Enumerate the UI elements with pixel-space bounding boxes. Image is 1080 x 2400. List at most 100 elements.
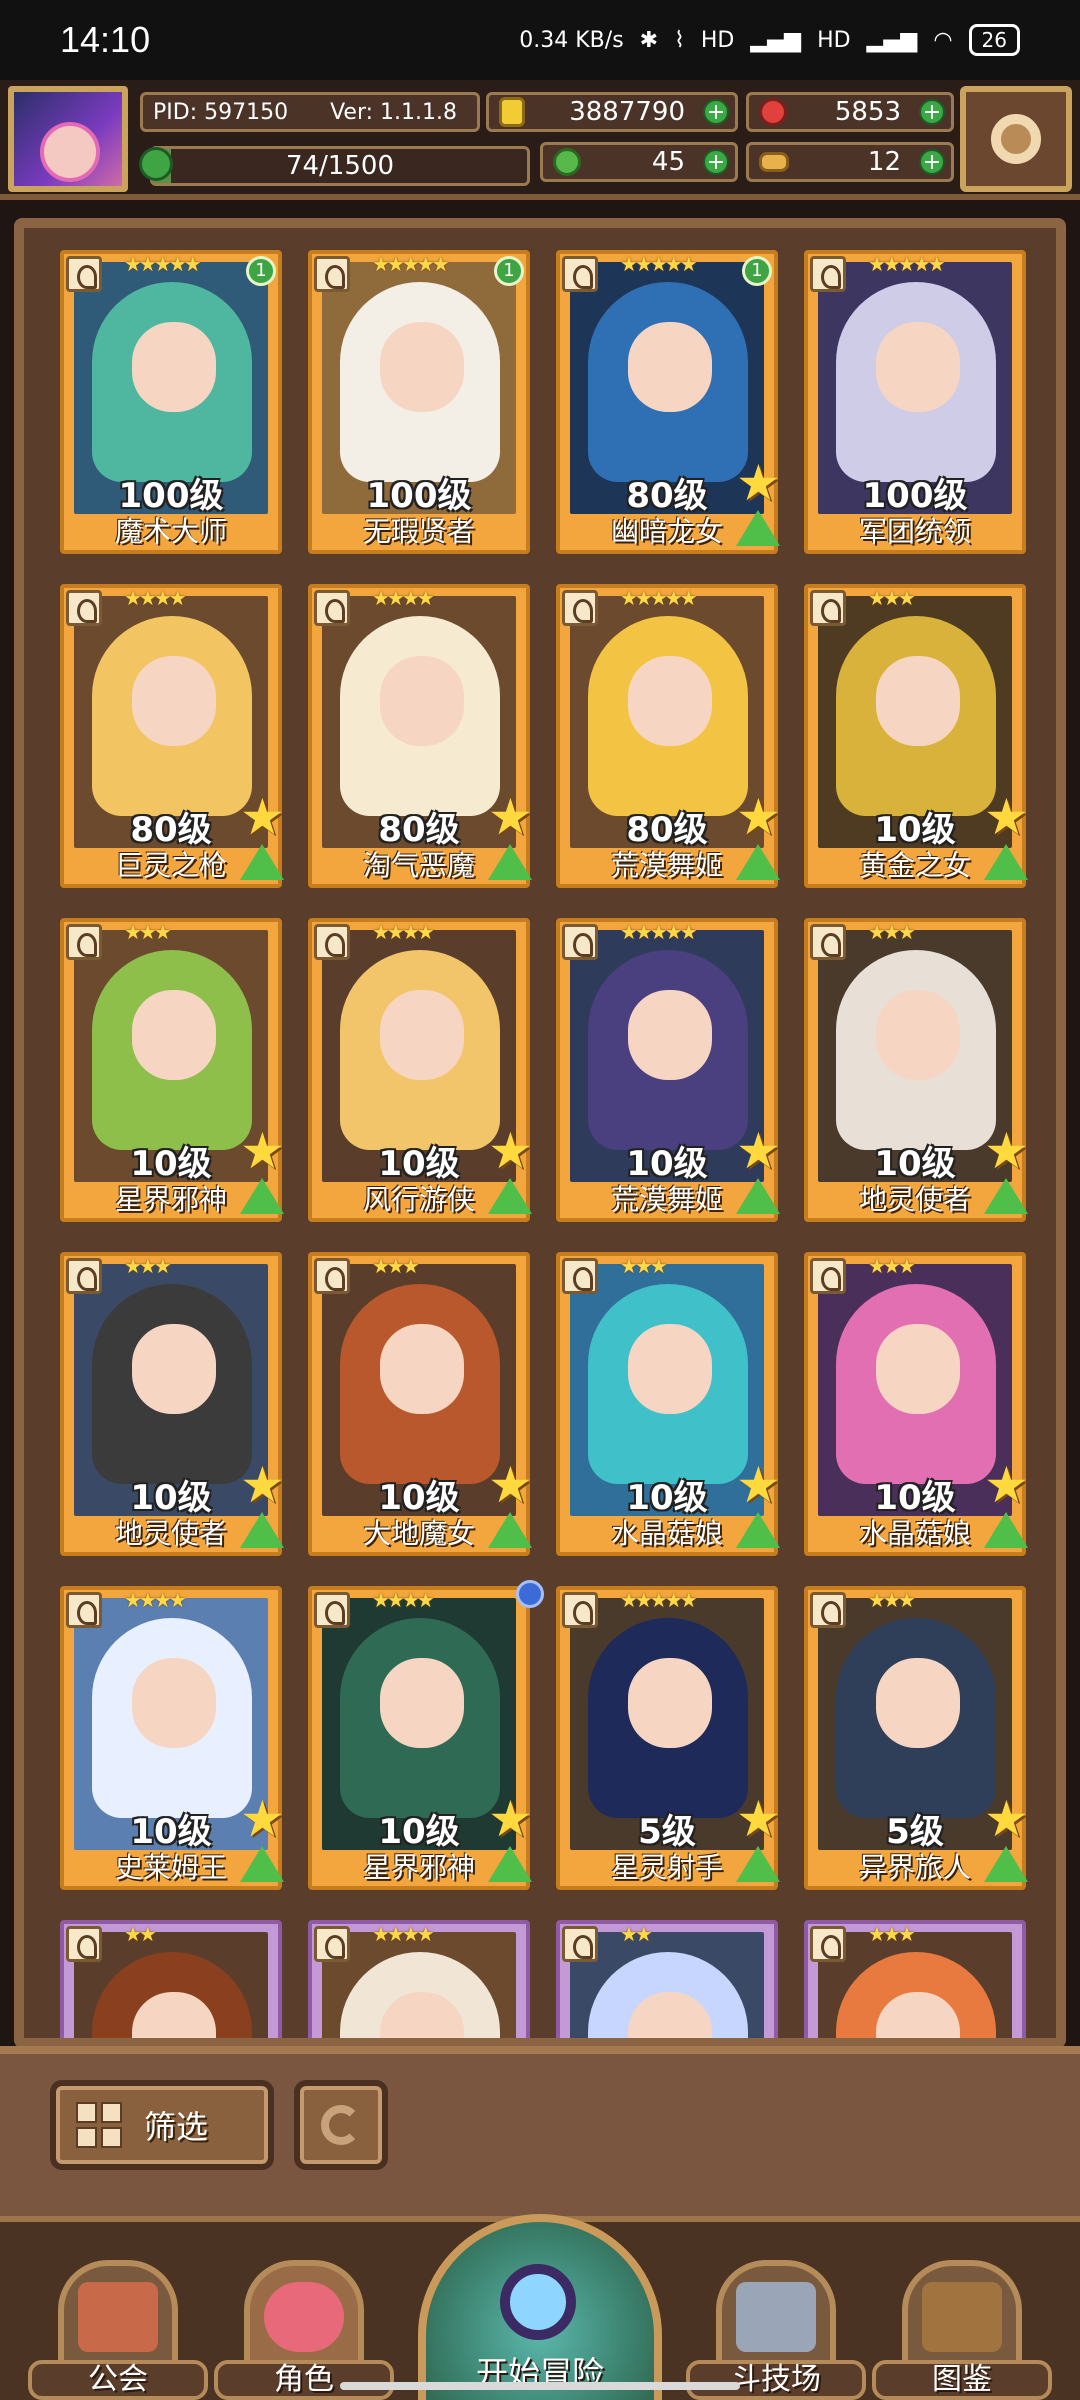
- rarity-stars: ★★★★: [124, 1588, 187, 1612]
- level-up-arrow-icon[interactable]: [736, 1846, 780, 1882]
- level-up-arrow-icon[interactable]: [488, 1512, 532, 1548]
- rarity-stars: ★★★★: [372, 1922, 435, 1946]
- level-up-arrow-icon[interactable]: [240, 844, 284, 880]
- level-up-arrow-icon[interactable]: [736, 1178, 780, 1214]
- character-card[interactable]: ★★★★: [308, 1920, 530, 2038]
- filter-icon: [76, 2102, 122, 2148]
- level-up-arrow-icon[interactable]: [984, 1846, 1028, 1882]
- add-coin-button[interactable]: +: [703, 99, 729, 125]
- rarity-stars: ★★★: [620, 1254, 668, 1278]
- star-upgrade-icon[interactable]: ★: [736, 1126, 782, 1176]
- character-card[interactable]: ★★★★★ 5级 星灵射手 ★: [556, 1586, 781, 1890]
- gear-icon: [991, 114, 1041, 164]
- card-name: 无瑕贤者: [362, 515, 475, 548]
- character-card[interactable]: ★★★ 10级 地灵使者 ★: [60, 1252, 285, 1556]
- star-upgrade-icon[interactable]: ★: [984, 792, 1030, 842]
- level-up-arrow-icon[interactable]: [736, 1512, 780, 1548]
- coin-counter: 3887790 +: [486, 92, 738, 132]
- level-up-arrow-icon[interactable]: [984, 1512, 1028, 1548]
- level-up-arrow-icon[interactable]: [984, 1178, 1028, 1214]
- battery-icon: 26: [968, 24, 1020, 56]
- character-card[interactable]: ★★★★ 10级 史莱姆王 ★: [60, 1586, 285, 1890]
- level-up-arrow-icon[interactable]: [488, 1178, 532, 1214]
- level-up-arrow-icon[interactable]: [736, 844, 780, 880]
- star-upgrade-icon[interactable]: ★: [240, 1460, 286, 1510]
- nav-arena[interactable]: 斗技场: [686, 2250, 866, 2400]
- character-card[interactable]: ★★★ 10级 水晶菇娘 ★: [804, 1252, 1029, 1556]
- filter-label: 筛选: [144, 2108, 209, 2146]
- character-card[interactable]: ★★★★★ 1 100级 无瑕贤者: [308, 250, 530, 554]
- character-card[interactable]: ★★: [60, 1920, 282, 2038]
- filter-button[interactable]: 筛选: [50, 2080, 274, 2170]
- net-speed: 0.34 KB/s: [519, 27, 624, 53]
- character-card[interactable]: ★★★ 10级 星界邪神 ★: [60, 918, 285, 1222]
- character-card[interactable]: ★★★ 10级 水晶菇娘 ★: [556, 1252, 781, 1556]
- special-orb-icon: [516, 1580, 544, 1608]
- character-card[interactable]: ★★: [556, 1920, 778, 2038]
- character-card[interactable]: ★★★ 10级 黄金之女 ★: [804, 584, 1029, 888]
- character-card[interactable]: ★★★★★ 1 100级 魔术大师: [60, 250, 282, 554]
- nav-start-adventure[interactable]: 开始冒险: [408, 2214, 672, 2400]
- portrait-face: [876, 990, 960, 1080]
- star-upgrade-icon[interactable]: ★: [984, 1460, 1030, 1510]
- level-up-arrow-icon[interactable]: [736, 510, 780, 546]
- player-avatar[interactable]: [8, 86, 128, 192]
- settings-button[interactable]: [960, 86, 1072, 192]
- level-up-arrow-icon[interactable]: [488, 1846, 532, 1882]
- level-up-arrow-icon[interactable]: [240, 1178, 284, 1214]
- portrait-face: [380, 1324, 464, 1414]
- level-up-arrow-icon[interactable]: [488, 844, 532, 880]
- xp-text: 74/1500: [285, 151, 394, 181]
- level-up-arrow-icon[interactable]: [240, 1846, 284, 1882]
- character-card[interactable]: ★★★ 5级 异界旅人 ★: [804, 1586, 1029, 1890]
- star-upgrade-icon[interactable]: ★: [736, 458, 782, 508]
- star-upgrade-icon[interactable]: ★: [736, 1460, 782, 1510]
- star-upgrade-icon[interactable]: ★: [488, 1794, 534, 1844]
- add-bone-button[interactable]: +: [919, 149, 945, 175]
- class-icon: [810, 924, 846, 960]
- level-up-arrow-icon[interactable]: [984, 844, 1028, 880]
- star-upgrade-icon[interactable]: ★: [984, 1794, 1030, 1844]
- class-icon: [562, 924, 598, 960]
- star-upgrade-icon[interactable]: ★: [984, 1126, 1030, 1176]
- nav-guild[interactable]: 公会: [28, 2250, 208, 2400]
- nav-codex[interactable]: 图鉴: [872, 2250, 1052, 2400]
- nav-character[interactable]: 角色: [214, 2250, 394, 2400]
- rarity-stars: ★★★★★: [620, 920, 698, 944]
- card-level: 100级: [118, 476, 224, 516]
- character-card[interactable]: ★★★: [804, 1920, 1026, 2038]
- level-up-arrow-icon[interactable]: [240, 1512, 284, 1548]
- star-upgrade-icon[interactable]: ★: [736, 792, 782, 842]
- character-card[interactable]: ★★★ 10级 大地魔女 ★: [308, 1252, 533, 1556]
- character-card[interactable]: ★★★★ 10级 星界邪神 ★: [308, 1580, 544, 1890]
- character-grid-panel[interactable]: ★★★★★ 1 100级 魔术大师 ★★★★★ 1 100级 无瑕贤者 ★★★★…: [14, 218, 1066, 2048]
- class-icon: [66, 590, 102, 626]
- class-icon: [314, 590, 350, 626]
- star-upgrade-icon[interactable]: ★: [240, 1794, 286, 1844]
- character-card[interactable]: ★★★★★ 80级 荒漠舞姬 ★: [556, 584, 781, 888]
- star-upgrade-icon[interactable]: ★: [488, 792, 534, 842]
- class-icon: [66, 1258, 102, 1294]
- star-upgrade-icon[interactable]: ★: [488, 1460, 534, 1510]
- refresh-button[interactable]: [294, 2080, 388, 2170]
- character-card[interactable]: ★★★★★ 1 80级 幽暗龙女 ★: [556, 250, 781, 554]
- home-indicator[interactable]: [340, 2382, 740, 2390]
- add-clover-button[interactable]: +: [703, 149, 729, 175]
- character-portrait: [818, 1932, 1012, 2038]
- character-card[interactable]: ★★★★★ 10级 荒漠舞姬 ★: [556, 918, 781, 1222]
- refresh-icon: [321, 2105, 361, 2145]
- character-card[interactable]: ★★★★ 80级 淘气恶魔 ★: [308, 584, 533, 888]
- star-upgrade-icon[interactable]: ★: [736, 1794, 782, 1844]
- add-gem-button[interactable]: +: [919, 99, 945, 125]
- card-level: 100级: [862, 476, 968, 516]
- star-upgrade-icon[interactable]: ★: [240, 792, 286, 842]
- bone-value: 12: [867, 147, 901, 177]
- rarity-stars: ★★★: [868, 586, 916, 610]
- character-card[interactable]: ★★★ 10级 地灵使者 ★: [804, 918, 1029, 1222]
- character-card[interactable]: ★★★★ 80级 巨灵之枪 ★: [60, 584, 285, 888]
- character-card[interactable]: ★★★★★ 100级 军团统领: [804, 250, 1026, 554]
- star-upgrade-icon[interactable]: ★: [240, 1126, 286, 1176]
- character-card[interactable]: ★★★★ 10级 风行游侠 ★: [308, 918, 533, 1222]
- class-icon: [314, 1592, 350, 1628]
- star-upgrade-icon[interactable]: ★: [488, 1126, 534, 1176]
